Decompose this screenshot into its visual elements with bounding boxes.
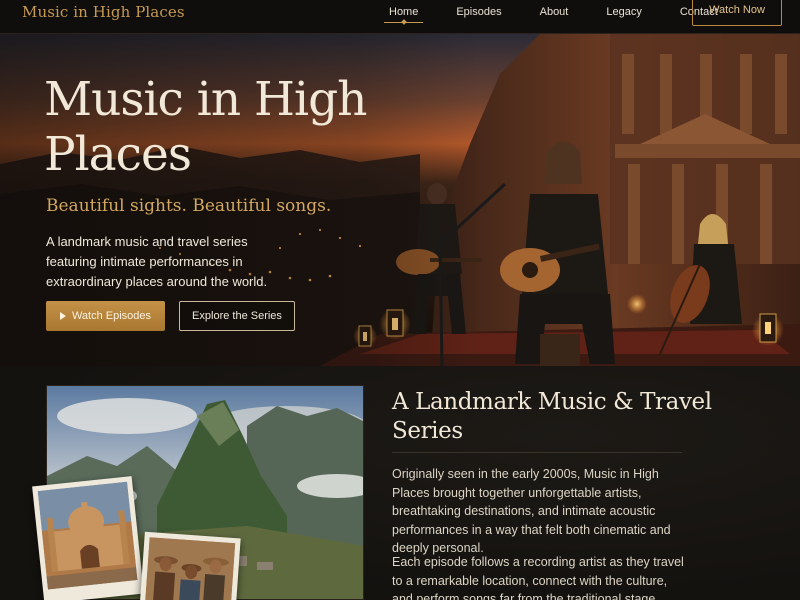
watch-now-button[interactable]: Watch Now [692, 0, 782, 26]
section-divider [392, 452, 682, 453]
watch-episodes-label: Watch Episodes [71, 310, 152, 322]
nav-item-legacy[interactable]: Legacy [597, 0, 650, 34]
hero-subtitle: Beautiful sights. Beautiful songs. [46, 196, 332, 216]
explore-series-button[interactable]: Explore the Series [179, 301, 295, 331]
nav-item-episodes[interactable]: Episodes [447, 0, 510, 34]
brand-logo[interactable]: Music in High Places [22, 3, 185, 21]
nav-item-home[interactable]: Home [380, 0, 427, 34]
about-paragraph-2: Each episode follows a recording artist … [392, 555, 684, 600]
travelers-polaroid [139, 531, 241, 600]
photo-collage [32, 385, 364, 600]
nav-item-about[interactable]: About [531, 0, 578, 34]
taj-mahal-polaroid [32, 476, 144, 600]
about-section: A Landmark Music & Travel Series Origina… [0, 366, 800, 600]
about-paragraph-1: Originally seen in the early 2000s, Musi… [392, 467, 671, 555]
top-nav: Music in High Places Home Episodes About… [0, 0, 800, 34]
hero-title: Music in High Places [44, 72, 367, 182]
watch-episodes-button[interactable]: Watch Episodes [46, 301, 165, 331]
play-icon [59, 312, 66, 320]
hero-section: Music in High Places Beautiful sights. B… [0, 34, 800, 366]
hero-description: A landmark music and travel series featu… [46, 234, 268, 289]
section-title: A Landmark Music & Travel Series [392, 389, 712, 444]
